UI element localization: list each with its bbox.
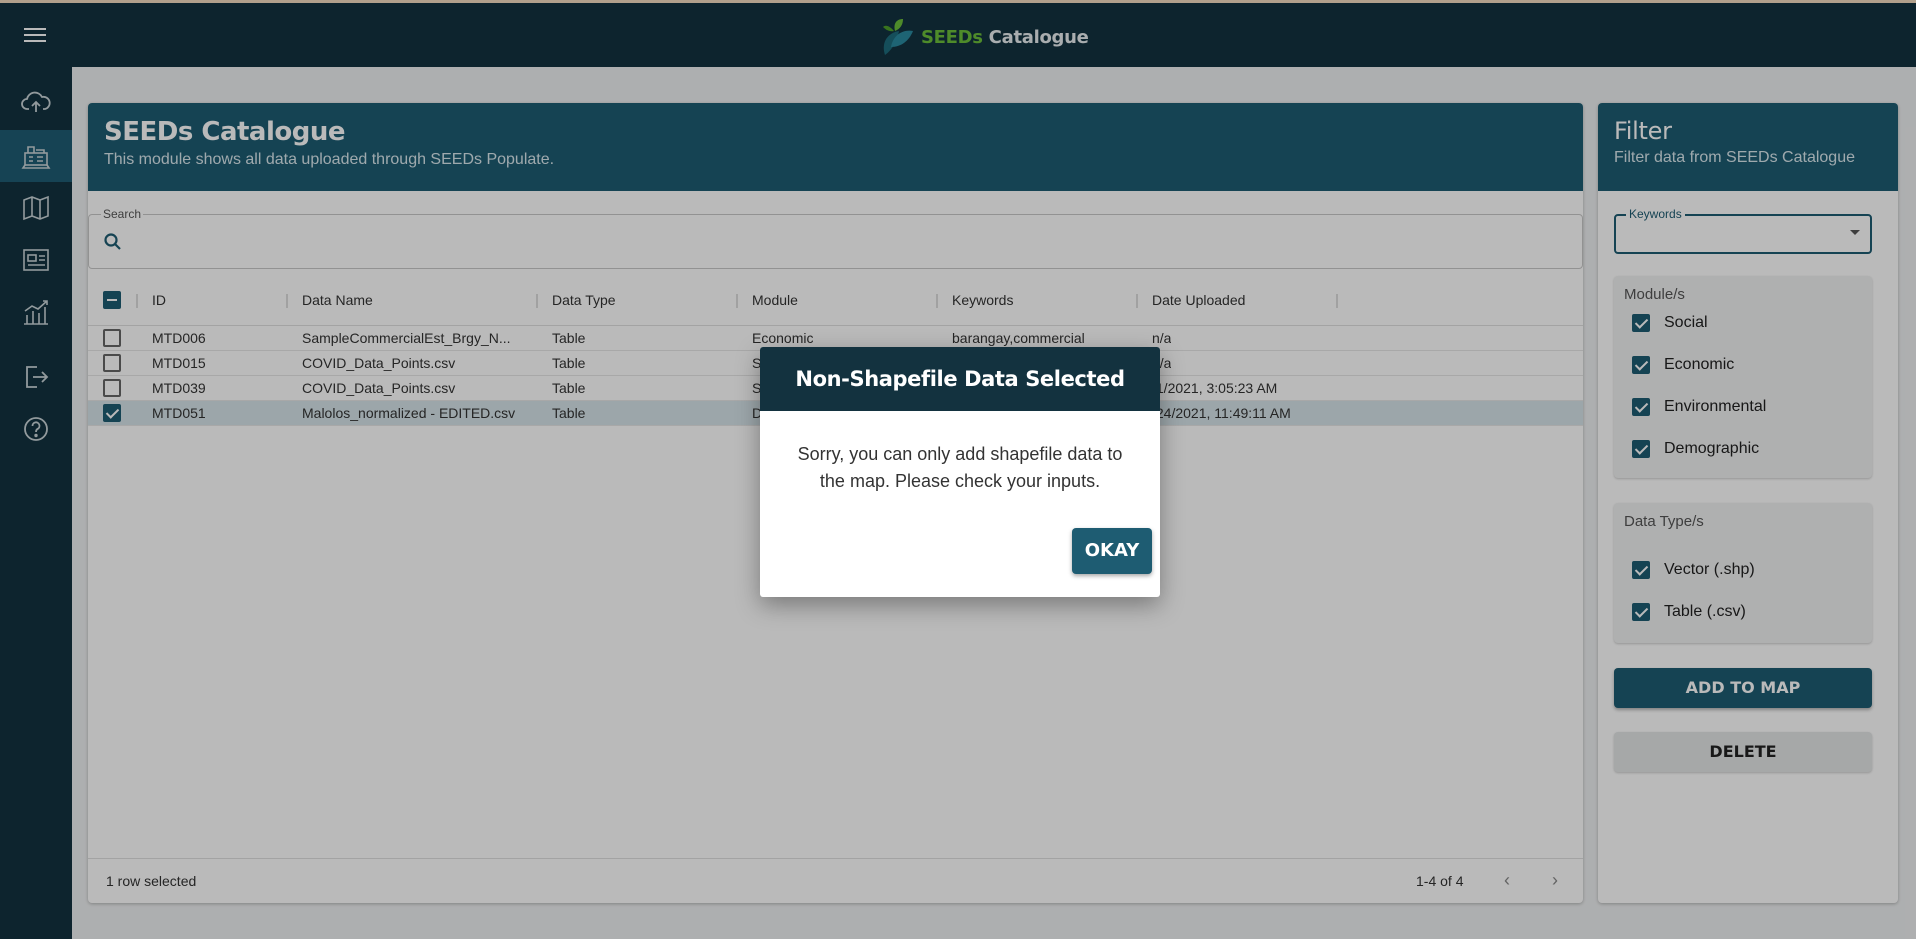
- dialog-title: Non-Shapefile Data Selected: [760, 347, 1160, 411]
- non-shapefile-dialog: Non-Shapefile Data Selected Sorry, you c…: [760, 347, 1160, 597]
- okay-button[interactable]: OKAY: [1072, 528, 1152, 574]
- dialog-message: Sorry, you can only add shapefile data t…: [797, 444, 1123, 491]
